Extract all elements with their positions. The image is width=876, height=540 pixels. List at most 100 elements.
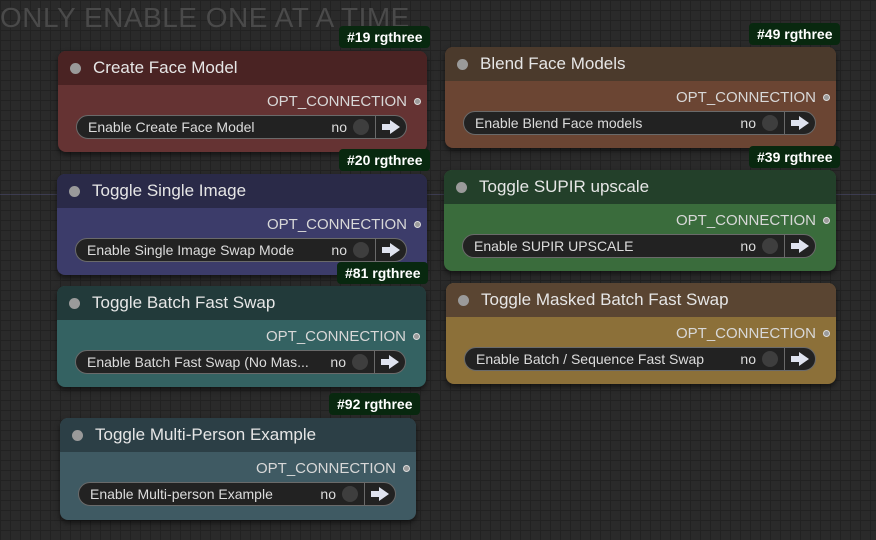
node-body: OPT_CONNECTION Enable Batch Fast Swap (N…: [57, 320, 426, 387]
enable-toggle-widget[interactable]: Enable Multi-person Example no: [78, 482, 396, 506]
widget-value: no: [331, 242, 347, 258]
navigate-arrow-button[interactable]: [376, 239, 406, 261]
node-body: OPT_CONNECTION Enable Batch / Sequence F…: [446, 317, 836, 384]
arrow-right-icon: [791, 239, 809, 253]
node-header[interactable]: Blend Face Models: [445, 47, 836, 81]
node-header[interactable]: Toggle SUPIR upscale: [444, 170, 836, 204]
output-slot[interactable]: OPT_CONNECTION: [676, 89, 830, 106]
toggle-indicator-icon[interactable]: [762, 115, 778, 131]
navigate-arrow-button[interactable]: [785, 235, 815, 257]
node-id-badge: #20 rgthree: [339, 149, 431, 171]
widget-value: no: [740, 238, 756, 254]
toggle-indicator-icon[interactable]: [353, 119, 369, 135]
node-header[interactable]: Toggle Single Image: [57, 174, 427, 208]
node-title: Toggle Batch Fast Swap: [92, 293, 276, 312]
enable-toggle-widget[interactable]: Enable Batch / Sequence Fast Swap no: [464, 347, 816, 371]
collapse-dot-icon[interactable]: [69, 185, 80, 197]
node-toggle-single-image[interactable]: Toggle Single Image OPT_CONNECTION Enabl…: [57, 174, 427, 275]
node-header[interactable]: Create Face Model: [58, 51, 427, 85]
arrow-right-icon: [791, 352, 809, 366]
output-label: OPT_CONNECTION: [266, 93, 407, 110]
node-body: OPT_CONNECTION Enable Blend Face models …: [445, 81, 836, 148]
node-title: Blend Face Models: [480, 54, 626, 73]
node-body: OPT_CONNECTION Enable SUPIR UPSCALE no: [444, 204, 836, 271]
widget-value: no: [320, 486, 336, 502]
output-socket-icon[interactable]: [413, 333, 420, 340]
widget-value: no: [331, 119, 347, 135]
output-slot[interactable]: OPT_CONNECTION: [676, 325, 830, 342]
output-label: OPT_CONNECTION: [265, 328, 406, 345]
widget-label: Enable Batch / Sequence Fast Swap: [476, 351, 705, 367]
output-label: OPT_CONNECTION: [675, 89, 816, 106]
output-slot[interactable]: OPT_CONNECTION: [256, 460, 410, 477]
node-id-badge: #92 rgthree: [329, 393, 421, 415]
node-title: Toggle SUPIR upscale: [479, 177, 650, 196]
collapse-dot-icon[interactable]: [458, 294, 469, 306]
node-title: Create Face Model: [93, 58, 238, 77]
collapse-dot-icon[interactable]: [72, 429, 83, 441]
output-slot[interactable]: OPT_CONNECTION: [266, 328, 420, 345]
widget-value: no: [740, 351, 756, 367]
enable-toggle-widget[interactable]: Enable SUPIR UPSCALE no: [462, 234, 816, 258]
collapse-dot-icon[interactable]: [69, 297, 80, 309]
node-id-badge: #49 rgthree: [749, 23, 841, 45]
widget-label: Enable SUPIR UPSCALE: [474, 238, 634, 254]
arrow-right-icon: [381, 355, 399, 369]
node-id-badge: #39 rgthree: [749, 146, 841, 168]
node-id-badge: #19 rgthree: [339, 26, 431, 48]
output-socket-icon[interactable]: [414, 98, 421, 105]
output-socket-icon[interactable]: [823, 217, 830, 224]
output-socket-icon[interactable]: [403, 465, 410, 472]
output-label: OPT_CONNECTION: [675, 212, 816, 229]
navigate-arrow-button[interactable]: [785, 112, 815, 134]
node-body: OPT_CONNECTION Enable Multi-person Examp…: [60, 452, 416, 520]
node-create-face-model[interactable]: Create Face Model OPT_CONNECTION Enable …: [58, 51, 427, 152]
arrow-right-icon: [791, 116, 809, 130]
node-blend-face-models[interactable]: Blend Face Models OPT_CONNECTION Enable …: [445, 47, 836, 148]
node-toggle-supir-upscale[interactable]: Toggle SUPIR upscale OPT_CONNECTION Enab…: [444, 170, 836, 271]
toggle-indicator-icon[interactable]: [353, 242, 369, 258]
widget-label: Enable Multi-person Example: [90, 486, 273, 502]
node-id-badge: #81 rgthree: [337, 262, 429, 284]
output-label: OPT_CONNECTION: [255, 460, 396, 477]
widget-value: no: [330, 354, 346, 370]
arrow-right-icon: [382, 243, 400, 257]
enable-toggle-widget[interactable]: Enable Batch Fast Swap (No Mas... no: [75, 350, 406, 374]
widget-label: Enable Blend Face models: [475, 115, 643, 131]
node-title: Toggle Masked Batch Fast Swap: [481, 290, 729, 309]
node-toggle-multi-person-example[interactable]: Toggle Multi-Person Example OPT_CONNECTI…: [60, 418, 416, 520]
node-toggle-masked-batch-fast-swap[interactable]: Toggle Masked Batch Fast Swap OPT_CONNEC…: [446, 283, 836, 384]
widget-label: Enable Create Face Model: [88, 119, 255, 135]
navigate-arrow-button[interactable]: [376, 116, 406, 138]
enable-toggle-widget[interactable]: Enable Create Face Model no: [76, 115, 407, 139]
navigate-arrow-button[interactable]: [365, 483, 395, 505]
collapse-dot-icon[interactable]: [70, 62, 81, 74]
output-slot[interactable]: OPT_CONNECTION: [676, 212, 830, 229]
navigate-arrow-button[interactable]: [785, 348, 815, 370]
collapse-dot-icon[interactable]: [456, 181, 467, 193]
enable-toggle-widget[interactable]: Enable Single Image Swap Mode no: [75, 238, 407, 262]
node-header[interactable]: Toggle Masked Batch Fast Swap: [446, 283, 836, 317]
enable-toggle-widget[interactable]: Enable Blend Face models no: [463, 111, 816, 135]
node-title: Toggle Multi-Person Example: [95, 425, 317, 444]
arrow-right-icon: [371, 487, 389, 501]
toggle-indicator-icon[interactable]: [762, 238, 778, 254]
toggle-indicator-icon[interactable]: [352, 354, 368, 370]
node-header[interactable]: Toggle Multi-Person Example: [60, 418, 416, 452]
widget-label: Enable Single Image Swap Mode: [87, 242, 295, 258]
output-label: OPT_CONNECTION: [675, 325, 816, 342]
toggle-indicator-icon[interactable]: [762, 351, 778, 367]
node-body: OPT_CONNECTION Enable Create Face Model …: [58, 85, 427, 152]
node-header[interactable]: Toggle Batch Fast Swap: [57, 286, 426, 320]
output-socket-icon[interactable]: [823, 330, 830, 337]
output-slot[interactable]: OPT_CONNECTION: [267, 93, 421, 110]
toggle-indicator-icon[interactable]: [342, 486, 358, 502]
widget-value: no: [740, 115, 756, 131]
node-title: Toggle Single Image: [92, 181, 247, 200]
node-toggle-batch-fast-swap[interactable]: Toggle Batch Fast Swap OPT_CONNECTION En…: [57, 286, 426, 387]
collapse-dot-icon[interactable]: [457, 58, 468, 70]
output-socket-icon[interactable]: [414, 221, 421, 228]
output-slot[interactable]: OPT_CONNECTION: [267, 216, 421, 233]
navigate-arrow-button[interactable]: [375, 351, 405, 373]
output-socket-icon[interactable]: [823, 94, 830, 101]
